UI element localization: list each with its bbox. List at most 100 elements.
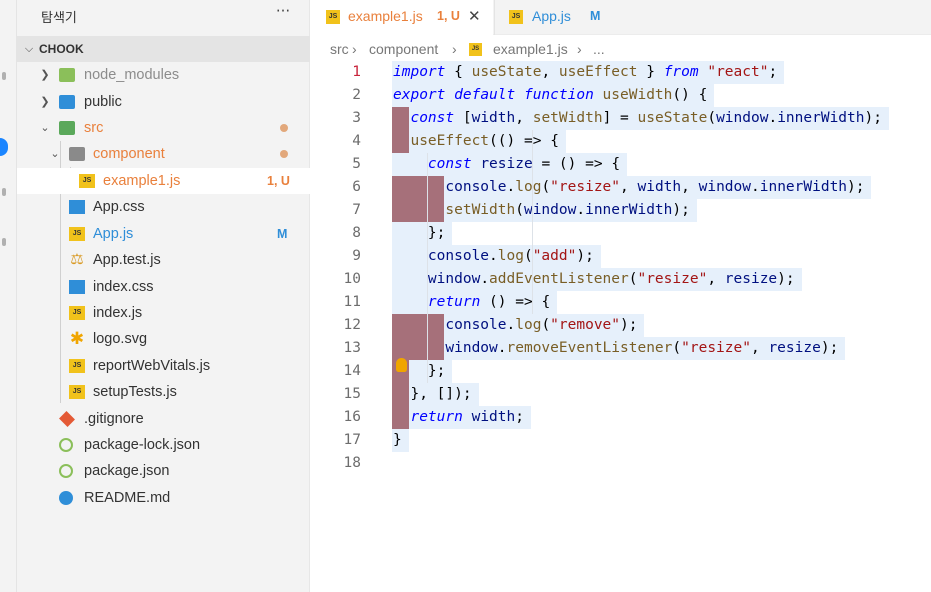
tree-item-label: App.css bbox=[93, 199, 145, 215]
tree-item-node-modules[interactable]: ❯ node_modules bbox=[17, 62, 310, 88]
javascript-file-icon: JS bbox=[79, 174, 95, 188]
javascript-file-icon: JS bbox=[69, 359, 85, 373]
code-line: console.log("add"); bbox=[427, 248, 594, 264]
line-number: 9 bbox=[352, 248, 361, 264]
tree-item-public[interactable]: ❯ public bbox=[17, 89, 310, 115]
tree-item-label: index.css bbox=[93, 279, 154, 295]
more-actions-button[interactable]: ··· bbox=[273, 2, 293, 24]
code-line: setWidth(window.innerWidth); bbox=[445, 202, 690, 218]
info-icon bbox=[59, 491, 73, 505]
tab-label: example1.js bbox=[348, 8, 423, 24]
tree-item-example1-js[interactable]: JS example1.js 1, U bbox=[17, 168, 310, 194]
css-file-icon bbox=[69, 200, 85, 214]
javascript-file-icon: JS bbox=[69, 385, 85, 399]
folder-icon bbox=[59, 95, 75, 109]
line-number: 14 bbox=[343, 363, 361, 379]
tree-item-readme-md[interactable]: README.md bbox=[17, 485, 310, 511]
breadcrumb-item[interactable]: example1.js bbox=[493, 38, 568, 60]
explorer-title: 탐색기 bbox=[41, 11, 77, 26]
line-number: 1 bbox=[352, 64, 361, 80]
tree-item-label: App.js bbox=[93, 226, 134, 242]
code-line: }; bbox=[427, 225, 446, 241]
chevron-right-icon: ❯ bbox=[40, 96, 50, 108]
tree-item-app-js[interactable]: JS App.js M bbox=[17, 221, 310, 247]
code-line: export default function useWidth() { bbox=[393, 87, 708, 103]
tree-item-setuptests-js[interactable]: JS setupTests.js bbox=[17, 379, 310, 405]
test-flask-icon: ⚖ bbox=[70, 251, 84, 268]
activity-bar bbox=[0, 0, 17, 592]
breadcrumb-item[interactable]: src bbox=[330, 38, 349, 60]
explorer-sidebar: 탐색기 ··· ⌵ CHOOK ❯ node_modules ❯ public … bbox=[17, 0, 310, 592]
code-line: console.log("resize", width, window.inne… bbox=[445, 179, 865, 195]
folder-icon bbox=[59, 121, 75, 135]
line-number: 11 bbox=[343, 294, 361, 310]
chevron-right-icon: › bbox=[352, 41, 357, 57]
code-line: import { useState, useEffect } from "rea… bbox=[393, 64, 778, 80]
tree-item-label: package-lock.json bbox=[84, 437, 201, 453]
chevron-right-icon: ❯ bbox=[40, 69, 50, 81]
code-line: window.removeEventListener("resize", res… bbox=[445, 340, 839, 356]
indent-guide bbox=[532, 130, 533, 314]
line-number: 8 bbox=[352, 225, 361, 241]
close-icon[interactable]: ✕ bbox=[468, 0, 481, 33]
tree-item-index-css[interactable]: index.css bbox=[17, 274, 310, 300]
chevron-down-icon: ⌄ bbox=[50, 148, 60, 160]
line-number: 16 bbox=[343, 409, 361, 425]
status-badge: M bbox=[277, 227, 288, 241]
tab-label: App.js bbox=[532, 8, 571, 24]
status-badge: M bbox=[590, 9, 601, 23]
tree-item-component[interactable]: ⌄ component bbox=[17, 141, 310, 167]
javascript-file-icon: JS bbox=[509, 10, 523, 24]
activity-icon[interactable] bbox=[2, 188, 6, 196]
tree-item-gitignore[interactable]: .gitignore bbox=[17, 406, 310, 432]
activity-icon[interactable] bbox=[2, 238, 6, 246]
tree-item-label: logo.svg bbox=[93, 331, 148, 347]
breadcrumb-item[interactable]: component bbox=[369, 38, 438, 60]
line-number: 2 bbox=[352, 87, 361, 103]
tree-item-index-js[interactable]: JS index.js bbox=[17, 300, 310, 326]
tree-item-package-lock-json[interactable]: package-lock.json bbox=[17, 432, 310, 458]
tree-item-label: .gitignore bbox=[84, 411, 144, 427]
tree-item-app-test-js[interactable]: ⚖ App.test.js bbox=[17, 247, 310, 273]
breadcrumb-item[interactable]: ... bbox=[593, 38, 605, 60]
status-badge: 1, U bbox=[267, 174, 290, 188]
lightbulb-icon[interactable] bbox=[396, 358, 407, 372]
tree-item-label: App.test.js bbox=[93, 252, 161, 268]
line-number: 6 bbox=[352, 179, 361, 195]
folder-icon bbox=[69, 147, 85, 161]
code-line: window.addEventListener("resize", resize… bbox=[427, 271, 795, 287]
tab-example1-js[interactable]: JS example1.js 1, U ✕ bbox=[310, 0, 493, 35]
tree-item-reportwebvitals-js[interactable]: JS reportWebVitals.js bbox=[17, 353, 310, 379]
code-line: return () => { bbox=[427, 294, 551, 310]
chevron-right-icon: › bbox=[452, 41, 457, 57]
line-number: 13 bbox=[343, 340, 361, 356]
line-number: 3 bbox=[352, 110, 361, 126]
tree-item-app-css[interactable]: App.css bbox=[17, 194, 310, 220]
git-icon bbox=[59, 411, 75, 427]
javascript-file-icon: JS bbox=[469, 43, 482, 56]
workspace-section-header[interactable]: ⌵ CHOOK bbox=[17, 36, 310, 62]
tree-item-logo-svg[interactable]: ✱ logo.svg bbox=[17, 326, 310, 352]
tree-item-label: setupTests.js bbox=[93, 384, 177, 400]
workspace-name: CHOOK bbox=[39, 42, 84, 56]
code-line: }, []); bbox=[410, 386, 472, 402]
line-number: 5 bbox=[352, 156, 361, 172]
tree-item-label: index.js bbox=[93, 305, 143, 321]
activity-icon[interactable] bbox=[2, 72, 6, 80]
accounts-indicator[interactable] bbox=[0, 138, 8, 156]
folder-icon bbox=[59, 68, 75, 82]
nodejs-icon bbox=[59, 464, 73, 478]
line-number: 4 bbox=[352, 133, 361, 149]
css-file-icon bbox=[69, 280, 85, 294]
tree-item-src[interactable]: ⌄ src bbox=[17, 115, 310, 141]
line-number: 18 bbox=[343, 455, 361, 471]
tree-item-label: README.md bbox=[84, 490, 171, 506]
chevron-down-icon: ⌄ bbox=[40, 122, 50, 134]
tree-item-package-json[interactable]: package.json bbox=[17, 458, 310, 484]
tree-item-label: example1.js bbox=[103, 173, 181, 189]
code-editor[interactable]: 1 import { useState, useEffect } from "re… bbox=[311, 61, 931, 592]
svg-file-icon: ✱ bbox=[69, 329, 85, 348]
line-number: 15 bbox=[343, 386, 361, 402]
line-number: 10 bbox=[343, 271, 361, 287]
tab-app-js[interactable]: JS App.js M bbox=[494, 0, 636, 35]
